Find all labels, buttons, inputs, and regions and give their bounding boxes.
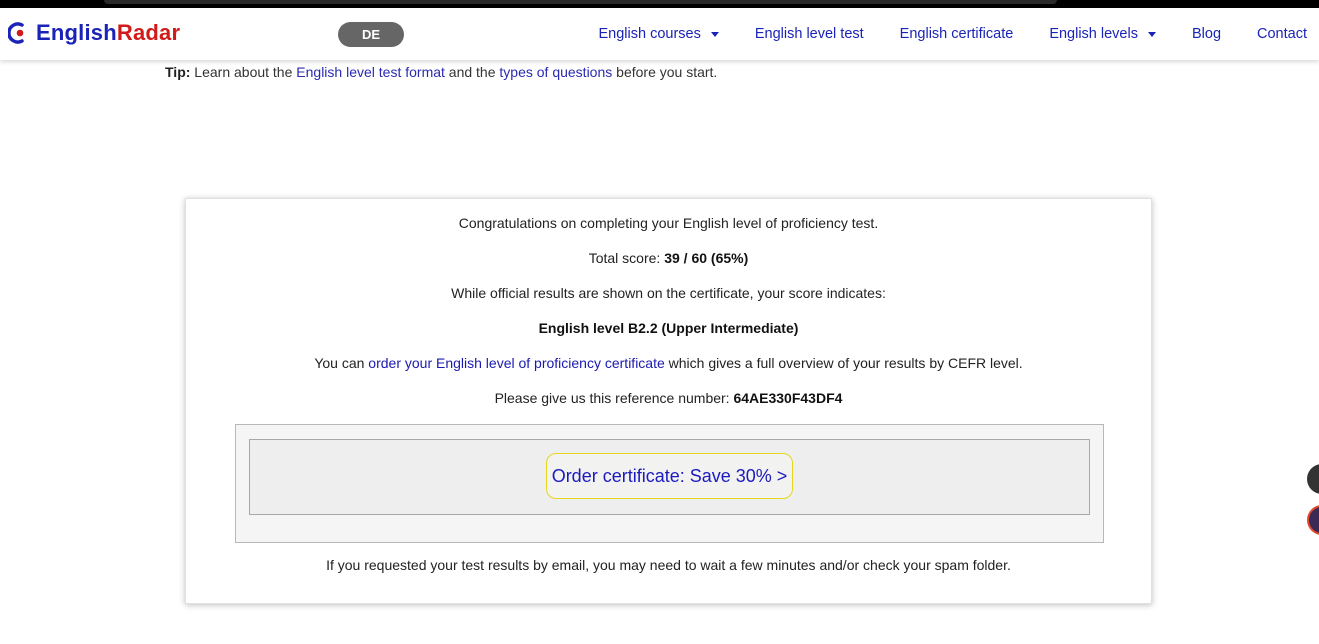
nav-item-label: Blog bbox=[1191, 26, 1222, 42]
floating-chat-button[interactable] bbox=[1307, 464, 1319, 494]
question-types-link[interactable]: types of questions bbox=[499, 64, 612, 80]
radar-logo-icon bbox=[7, 22, 30, 44]
browser-address-bar-edge bbox=[104, 0, 1057, 4]
total-score-line: Total score: 39 / 60 (65%) bbox=[186, 250, 1151, 266]
logo-english-text: English bbox=[36, 20, 117, 45]
nav-item-label: English level test bbox=[754, 26, 864, 42]
language-switch-button[interactable]: DE bbox=[338, 22, 404, 47]
test-format-link[interactable]: English level test format bbox=[296, 64, 445, 80]
tip-text: before you start. bbox=[616, 64, 718, 80]
score-indicates-text: While official results are shown on the … bbox=[451, 285, 886, 301]
site-logo[interactable]: EnglishRadar bbox=[7, 20, 180, 46]
logo-radar-text: Radar bbox=[116, 20, 181, 45]
tip-text: and the bbox=[448, 64, 496, 80]
tip-paragraph: Tip: Learn about the English level test … bbox=[165, 61, 725, 83]
nav-english-level-test[interactable]: English level test bbox=[755, 26, 864, 42]
tip-label: Tip: bbox=[165, 64, 191, 80]
result-card: Congratulations on completing your Engli… bbox=[185, 198, 1152, 604]
floating-assistant-button[interactable] bbox=[1307, 505, 1319, 535]
order-certificate-link[interactable]: order your English level of proficiency … bbox=[368, 355, 664, 371]
chevron-down-icon bbox=[1147, 31, 1156, 37]
nav-item-label: Contact bbox=[1257, 26, 1307, 42]
nav-item-label: English certificate bbox=[899, 26, 1014, 42]
site-header: EnglishRadar DE English courses English … bbox=[0, 8, 1319, 60]
main-nav: English courses English level test Engli… bbox=[563, 8, 1308, 60]
english-level-value: English level B2.2 (Upper Intermediate) bbox=[538, 320, 799, 336]
email-results-note: If you requested your test results by em… bbox=[326, 557, 1011, 573]
chevron-down-icon bbox=[710, 31, 719, 37]
tip-text: Learn about the bbox=[194, 64, 293, 80]
order-suffix-text: which gives a full overview of your resu… bbox=[668, 355, 1023, 371]
reference-number-line: Please give us this reference number: 64… bbox=[186, 390, 1151, 406]
total-score-value: 39 / 60 (65%) bbox=[664, 250, 749, 266]
logo-wordmark: EnglishRadar bbox=[36, 20, 180, 46]
total-score-label: Total score: bbox=[588, 250, 661, 266]
nav-item-label: English courses bbox=[598, 26, 701, 42]
nav-contact[interactable]: Contact bbox=[1257, 26, 1307, 42]
nav-english-courses[interactable]: English courses bbox=[599, 26, 719, 42]
order-certificate-panel: Order certificate: Save 30% > bbox=[235, 424, 1104, 543]
reference-number-label: Please give us this reference number: bbox=[494, 390, 730, 406]
nav-item-label: English levels bbox=[1049, 26, 1138, 42]
reference-number-value: 64AE330F43DF4 bbox=[733, 390, 843, 406]
english-level-result: English level B2.2 (Upper Intermediate) bbox=[186, 320, 1151, 336]
nav-english-certificate[interactable]: English certificate bbox=[900, 26, 1014, 42]
order-prefix-text: You can bbox=[314, 355, 365, 371]
order-certificate-box: Order certificate: Save 30% > bbox=[249, 439, 1090, 515]
congratulations-text: Congratulations on completing your Engli… bbox=[458, 215, 879, 231]
nav-blog[interactable]: Blog bbox=[1192, 26, 1221, 42]
order-certificate-line: You can order your English level of prof… bbox=[186, 355, 1151, 371]
nav-english-levels[interactable]: English levels bbox=[1049, 26, 1156, 42]
order-certificate-button[interactable]: Order certificate: Save 30% > bbox=[546, 453, 793, 499]
browser-top-strip bbox=[0, 0, 1319, 8]
